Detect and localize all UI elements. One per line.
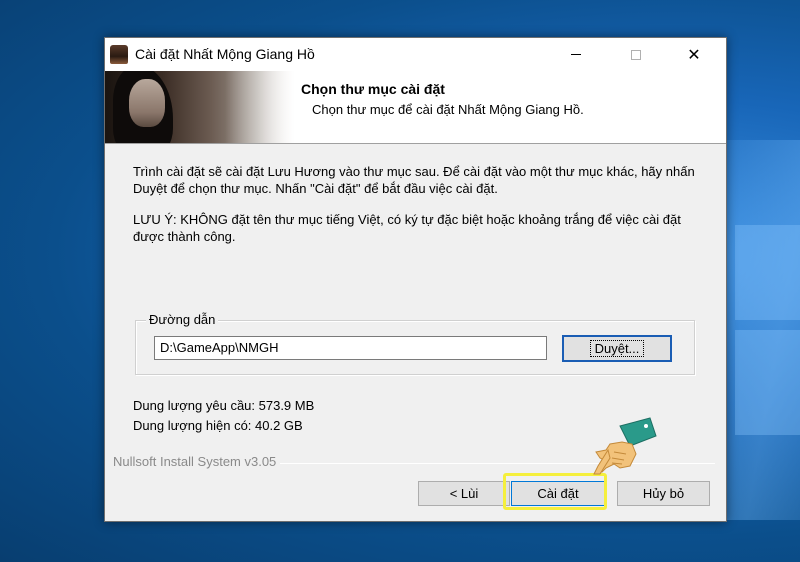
header-divider bbox=[105, 143, 726, 144]
nsis-branding: Nullsoft Install System v3.05 bbox=[113, 454, 281, 469]
window-title: Cài đặt Nhất Mộng Giang Hồ bbox=[135, 46, 315, 62]
banner-fade bbox=[225, 71, 295, 143]
windows-logo-pane bbox=[735, 225, 800, 320]
page-title: Chọn thư mục cài đặt bbox=[301, 81, 445, 97]
banner-face bbox=[129, 79, 165, 127]
close-button[interactable]: ✕ bbox=[671, 38, 717, 71]
maximize-button bbox=[613, 38, 659, 71]
back-button-label: < Lùi bbox=[449, 486, 479, 501]
cancel-button-label: Hủy bỏ bbox=[642, 486, 685, 501]
pointing-hand-icon bbox=[593, 417, 657, 475]
browse-button-label: Duyệt... bbox=[589, 340, 645, 357]
space-available: Dung lượng hiện có: 40.2 GB bbox=[133, 418, 303, 433]
instructions-text: Trình cài đặt sẽ cài đặt Lưu Hương vào t… bbox=[133, 164, 695, 196]
browse-button[interactable]: Duyệt... bbox=[562, 335, 672, 362]
back-button[interactable]: < Lùi bbox=[418, 481, 510, 506]
app-icon bbox=[110, 45, 128, 64]
destination-folder-group: Đường dẫn D:\GameApp\NMGH Duyệt... bbox=[135, 312, 695, 375]
page-subtitle: Chọn thư mục để cài đặt Nhất Mộng Giang … bbox=[312, 102, 584, 117]
install-button-highlight bbox=[503, 473, 607, 510]
cancel-button[interactable]: Hủy bỏ bbox=[617, 481, 710, 506]
header-banner: Chọn thư mục cài đặt Chọn thư mục để cài… bbox=[105, 71, 726, 143]
path-group-label: Đường dẫn bbox=[146, 312, 219, 327]
close-icon: ✕ bbox=[687, 45, 701, 64]
minimize-button[interactable] bbox=[553, 38, 599, 71]
title-bar[interactable]: Cài đặt Nhất Mộng Giang Hồ ✕ bbox=[105, 38, 726, 71]
destination-path-input[interactable]: D:\GameApp\NMGH bbox=[154, 336, 547, 360]
banner-character-image bbox=[105, 71, 295, 143]
windows-logo-pane bbox=[735, 330, 800, 435]
warning-text: LƯU Ý: KHÔNG đặt tên thư mục tiếng Việt,… bbox=[133, 212, 681, 244]
maximize-icon bbox=[631, 49, 641, 60]
minimize-icon bbox=[571, 54, 581, 55]
space-required: Dung lượng yêu cầu: 573.9 MB bbox=[133, 398, 315, 413]
